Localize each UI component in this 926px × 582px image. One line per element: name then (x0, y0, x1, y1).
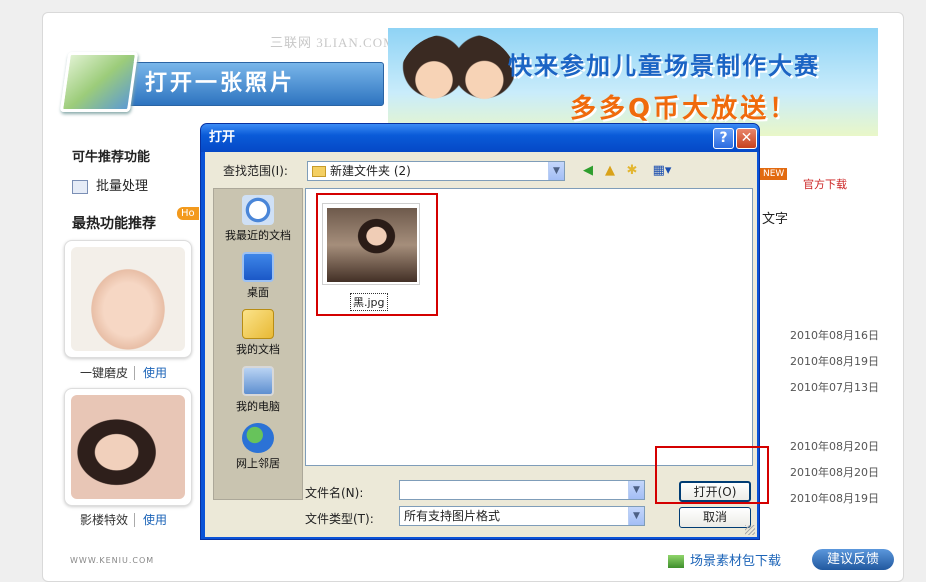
help-button[interactable]: ? (713, 128, 734, 149)
place-label: 我的电脑 (236, 400, 280, 413)
look-in-combo[interactable]: 新建文件夹 (2) ▼ (307, 161, 565, 181)
thumb-studio-effect[interactable] (64, 388, 192, 506)
portrait-image (71, 395, 185, 499)
look-in-value: 新建文件夹 (2) (330, 164, 411, 178)
date-label: 2010年08月20日 (790, 440, 879, 453)
place-label: 我的文档 (236, 343, 280, 356)
thumb-caption-2: 影楼特效 使用 (80, 511, 168, 528)
look-in-label: 查找范围(I): (223, 164, 288, 178)
filetype-label: 文件类型(T): (305, 512, 374, 526)
batch-label: 批量处理 (96, 179, 149, 194)
open-photo-label: 打开一张照片 (126, 62, 384, 106)
package-download-link[interactable]: 场景素材包下载 (668, 550, 781, 569)
open-photo-button[interactable]: 打开一张照片 (59, 52, 384, 116)
watermark: 三联网 3LIAN.COM (270, 35, 396, 50)
place-label: 桌面 (247, 286, 269, 299)
footer-logo: WWW.KENIU.COM (70, 556, 155, 565)
use-link[interactable]: 使用 (134, 366, 168, 380)
place-desktop[interactable]: 桌面 (214, 252, 302, 300)
hot-title: 最热功能推荐 (72, 216, 156, 232)
filetype-select[interactable]: 所有支持图片格式 ▼ (399, 506, 645, 526)
back-icon[interactable]: ◀ (579, 162, 597, 180)
date-label: 2010年07月13日 (790, 381, 879, 394)
filetype-value: 所有支持图片格式 (404, 509, 501, 523)
date-label: 2010年08月16日 (790, 329, 879, 342)
use-link[interactable]: 使用 (134, 513, 168, 527)
date-label: 2010年08月19日 (790, 355, 879, 368)
recommended-title: 可牛推荐功能 (72, 150, 151, 165)
date-label: 2010年08月19日 (790, 492, 879, 505)
close-button[interactable]: ✕ (736, 128, 757, 149)
batch-icon (72, 179, 88, 194)
place-label: 我最近的文档 (225, 229, 291, 242)
kids-image (398, 34, 518, 136)
banner-title: 快来参加儿童场景制作大赛 (508, 52, 820, 80)
official-download-link[interactable]: 官方下载 (803, 176, 847, 192)
chevron-down-icon[interactable]: ▼ (628, 507, 644, 525)
filename-field[interactable]: ▼ (399, 480, 645, 500)
highlight-open-button (655, 446, 769, 504)
recent-documents-icon (242, 195, 274, 225)
text-feature-label[interactable]: 文字 (762, 208, 788, 227)
chevron-down-icon[interactable]: ▼ (548, 162, 564, 180)
dialog-titlebar[interactable]: 打开 (201, 124, 759, 152)
places-bar: 我最近的文档 桌面 我的文档 我的电脑 网上邻居 (213, 188, 303, 500)
folder-icon (312, 166, 326, 177)
view-menu-icon[interactable]: ▦▾ (649, 162, 675, 180)
resize-grip[interactable] (745, 525, 755, 535)
new-badge: NEW (760, 168, 788, 180)
my-documents-icon (242, 309, 274, 339)
caption-label: 一键磨皮 (80, 366, 129, 380)
highlight-file (316, 193, 438, 316)
my-computer-icon (242, 366, 274, 396)
dialog-title: 打开 (209, 130, 236, 145)
place-my-documents[interactable]: 我的文档 (214, 309, 302, 357)
portrait-image (71, 247, 185, 351)
network-icon (242, 423, 274, 453)
hot-badge: Ho (177, 207, 199, 220)
cancel-button[interactable]: 取消 (679, 507, 751, 528)
filename-label: 文件名(N): (305, 486, 364, 500)
banner-subtitle: 多多Q币大放送！ (570, 94, 799, 124)
thumb-caption-1: 一键磨皮 使用 (80, 364, 168, 381)
thumb-skin-smooth[interactable] (64, 240, 192, 358)
photo-icon (59, 52, 139, 112)
caption-label: 影楼特效 (80, 513, 129, 527)
download-icon (668, 555, 684, 568)
place-label: 网上邻居 (236, 457, 280, 470)
batch-process-link[interactable]: 批量处理 (72, 175, 148, 194)
new-folder-icon[interactable]: ✱ (623, 162, 641, 180)
chevron-down-icon[interactable]: ▼ (628, 481, 644, 499)
package-download-label: 场景素材包下载 (690, 554, 782, 569)
place-my-computer[interactable]: 我的电脑 (214, 366, 302, 414)
contest-banner[interactable]: 快来参加儿童场景制作大赛 多多Q币大放送！ (388, 28, 878, 136)
feedback-button[interactable]: 建议反馈 (812, 549, 894, 570)
place-recent[interactable]: 我最近的文档 (214, 195, 302, 243)
desktop-icon (242, 252, 274, 282)
up-folder-icon[interactable]: ▲ (601, 162, 619, 180)
place-network[interactable]: 网上邻居 (214, 423, 302, 471)
date-label: 2010年08月20日 (790, 466, 879, 479)
